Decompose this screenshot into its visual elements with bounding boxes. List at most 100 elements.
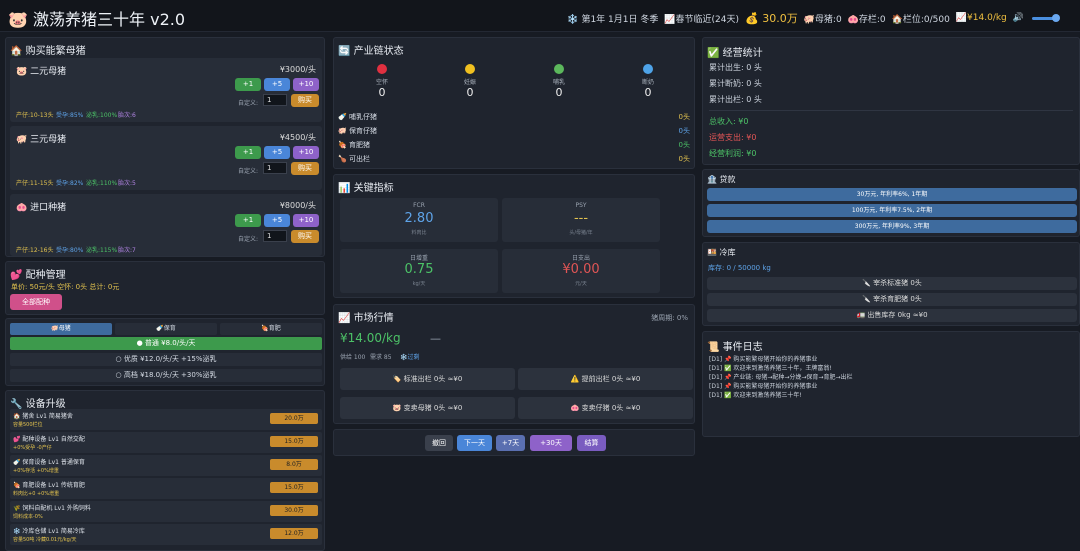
- sow-price: ¥8000/头: [279, 201, 316, 210]
- buy-button[interactable]: 购买: [291, 230, 319, 243]
- tab-sow-feed[interactable]: 🐖母猪: [10, 323, 112, 335]
- buy-button[interactable]: 购买: [291, 94, 319, 107]
- game-date: ❄️ 第1年 1月1日 冬季: [567, 14, 659, 25]
- slaughter-fattened-button[interactable]: 🔪 宰杀育肥猪 0头: [707, 293, 1077, 306]
- loan-option-30[interactable]: 30万元, 年利率6%, 1年期: [707, 188, 1077, 201]
- next-day-button[interactable]: 下一天: [457, 435, 492, 451]
- market-price: ¥14.00/kg: [340, 331, 401, 345]
- equipment-title: 🔧 设备升级: [10, 399, 66, 410]
- stats-title: ✅ 经营统计: [707, 48, 763, 59]
- equipment-desc: +0%存活 +0%增重: [13, 468, 59, 474]
- log-line: [D1] 📌 购买能繁母猪开始你的养猪事业: [709, 383, 818, 390]
- sell-piglets-button[interactable]: 🐽 变卖仔猪 0头 ≈¥0: [518, 397, 693, 419]
- total-sold: 累计出栏: 0 头: [709, 95, 762, 104]
- custom-label: 自定义:: [238, 236, 259, 243]
- log-line: [D1] 📌 产业链: 母猪→配种→分娩→保育→育肥→出栏: [709, 374, 853, 381]
- add-10-button[interactable]: +10: [293, 214, 319, 227]
- buy-button[interactable]: 购买: [291, 162, 319, 175]
- buy-sows-title: 🏠 购买能繁母猪: [10, 46, 86, 57]
- loan-option-300[interactable]: 300万元, 年利率9%, 3年期: [707, 220, 1077, 233]
- feed-option-normal[interactable]: ● 普通 ¥8.0/头/天: [10, 337, 322, 350]
- custom-qty-input[interactable]: [263, 94, 287, 106]
- add-10-button[interactable]: +10: [293, 146, 319, 159]
- conception-rate: 受孕:82%: [56, 180, 84, 187]
- loan-title: 🏦 贷款: [707, 175, 736, 184]
- stage-value: 0: [378, 86, 386, 99]
- volume-slider[interactable]: [1032, 13, 1060, 22]
- plus-7-days-button[interactable]: +7天: [496, 435, 525, 451]
- kpi-value: 2.80: [404, 211, 434, 226]
- sow-price: ¥3000/头: [279, 65, 316, 74]
- upgrade-button[interactable]: 12.0万: [270, 528, 318, 539]
- header-stats: ❄️ 第1年 1月1日 冬季 📈春节临近(24天) 💰 30.0万 🐖母猪:0 …: [567, 10, 1060, 26]
- kpi-unit: 头/母猪/年: [569, 230, 593, 236]
- event-log-panel: 📜 事件日志 [D1] 📌 购买能繁母猪开始你的养猪事业 [D1] ✅ 欢迎来到…: [702, 331, 1080, 437]
- sell-standard-button[interactable]: 🏷️ 标准出栏 0头 ≈¥0: [340, 368, 515, 390]
- custom-qty-input[interactable]: [263, 230, 287, 242]
- kpi-value: ---: [573, 211, 589, 226]
- sow-count: 🐖母猪:0: [803, 14, 842, 25]
- add-10-button[interactable]: +10: [293, 78, 319, 91]
- chain-panel: 🔄 产业链状态 空怀 0 妊娠 0 哺乳 0 断奶 0 🍼 哺乳仔猪 0头 🐖 保…: [333, 37, 695, 169]
- slaughter-standard-button[interactable]: 🔪 宰杀标准猪 0头: [707, 277, 1077, 290]
- row-label: 🐖 保育仔猪: [338, 127, 377, 135]
- loan-panel: 🏦 贷款 30万元, 年利率6%, 1年期 100万元, 年利率7.5%, 2年…: [702, 169, 1080, 237]
- lactation-rate: 泌乳:100%: [86, 112, 118, 119]
- kpi-daily-gain: 日增重 0.75 kg/天: [340, 249, 498, 293]
- feed-option-deluxe[interactable]: ○ 高档 ¥18.0/头/天 +30%泌乳: [10, 369, 322, 382]
- add-5-button[interactable]: +5: [264, 146, 290, 159]
- equipment-desc: 料肉比+0 +0%增重: [13, 491, 60, 497]
- kpi-title: 📊 关键指标: [338, 183, 394, 194]
- upgrade-button[interactable]: 30.0万: [270, 505, 318, 516]
- custom-qty-input[interactable]: [263, 162, 287, 174]
- loan-option-100[interactable]: 100万元, 年利率7.5%, 2年期: [707, 204, 1077, 217]
- market-demand: 需求 85: [370, 354, 392, 361]
- price-trend: —: [430, 332, 441, 345]
- kpi-label: FCR: [413, 202, 425, 209]
- plus-30-days-button[interactable]: +30天: [530, 435, 572, 451]
- add-1-button[interactable]: +1: [235, 146, 261, 159]
- equipment-item: 🍼 保育设备 Lv1 普通保育 +0%存活 +0%增重 8.0万: [10, 455, 322, 476]
- row-label: 🍖 育肥猪: [338, 141, 370, 149]
- upgrade-button[interactable]: 15.0万: [270, 436, 318, 447]
- feed-option-premium[interactable]: ○ 优质 ¥12.0/头/天 +15%泌乳: [10, 353, 322, 366]
- pig-cycle: 猪周期: 0%: [651, 314, 688, 322]
- add-5-button[interactable]: +5: [264, 214, 290, 227]
- festival-notice: 📈春节临近(24天): [664, 14, 740, 25]
- kpi-value: 0.75: [404, 262, 434, 277]
- stage-label: 哺乳: [552, 79, 565, 86]
- add-5-button[interactable]: +5: [264, 78, 290, 91]
- market-status: ❄️过剩: [400, 354, 420, 361]
- upgrade-button[interactable]: 8.0万: [270, 459, 318, 470]
- market-panel: 📈 市场行情 猪周期: 0% ¥14.00/kg — 供给 100 需求 85 …: [333, 304, 695, 424]
- total-births: 累计出生: 0 头: [709, 63, 762, 72]
- add-1-button[interactable]: +1: [235, 78, 261, 91]
- volume-icon[interactable]: 🔊: [1013, 13, 1024, 23]
- parity: 胎次:7: [118, 247, 136, 254]
- kpi-panel: 📊 关键指标 FCR 2.80 料肉比 PSY --- 头/母猪/年 日增重 0…: [333, 174, 695, 298]
- stage-dot: [465, 64, 475, 74]
- sell-sows-button[interactable]: 🐷 变卖母猪 0头 ≈¥0: [340, 397, 515, 419]
- sell-storage-button[interactable]: 🚛 出售库存 0kg ≈¥0: [707, 309, 1077, 322]
- equipment-desc: 容量50吨 冷藏0.01元/kg/天: [13, 537, 77, 543]
- equipment-panel: 🔧 设备升级 🏠 猪舍 Lv1 简易猪舍 容量500栏位 20.0万 💕 配种设…: [5, 390, 325, 551]
- stock-count: 🐽存栏:0: [847, 14, 886, 25]
- sow-name: 🐽 进口种猪: [16, 203, 67, 213]
- stats-panel: ✅ 经营统计 累计出生: 0 头 累计断奶: 0 头 累计出栏: 0 头 总收入…: [702, 37, 1080, 165]
- stage-lactating: 哺乳 0: [529, 64, 589, 99]
- breed-all-button[interactable]: 全部配种: [10, 294, 62, 310]
- upgrade-button[interactable]: 20.0万: [270, 413, 318, 424]
- settle-button[interactable]: 结算: [577, 435, 606, 451]
- kpi-fcr: FCR 2.80 料肉比: [340, 198, 498, 242]
- tab-fattening-feed[interactable]: 🍖育肥: [220, 323, 322, 335]
- upgrade-button[interactable]: 15.0万: [270, 482, 318, 493]
- kpi-label: 日增重: [409, 255, 428, 262]
- undo-button[interactable]: 撤回: [425, 435, 453, 451]
- add-1-button[interactable]: +1: [235, 214, 261, 227]
- tab-nursery-feed[interactable]: 🍼保育: [115, 323, 217, 335]
- sell-early-button[interactable]: ⚠️ 提前出栏 0头 ≈¥0: [518, 368, 693, 390]
- custom-label: 自定义:: [238, 168, 259, 175]
- breeding-panel: 💕 配种管理 单价: 50元/头 空怀: 0头 总计: 0元 全部配种: [5, 261, 325, 315]
- litter-size: 产仔:11-15头: [16, 180, 54, 187]
- kpi-daily-cost: 日支出 ¥0.00 元/天: [502, 249, 660, 293]
